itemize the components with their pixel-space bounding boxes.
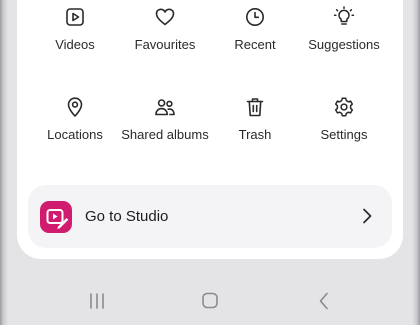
chevron-right-icon (360, 207, 374, 225)
trash-icon (244, 96, 266, 118)
video-play-icon (64, 6, 86, 28)
menu-item-label: Suggestions (308, 37, 380, 52)
recent-apps-icon[interactable] (85, 290, 109, 312)
back-icon[interactable] (312, 290, 336, 312)
menu-item-label: Locations (47, 127, 103, 142)
heart-icon (154, 6, 176, 28)
people-icon (154, 96, 176, 118)
menu-item-recent[interactable]: Recent (207, 6, 303, 53)
system-navigation-bar (0, 283, 420, 319)
menu-item-label: Recent (234, 37, 276, 52)
menu-item-suggestions[interactable]: Suggestions (296, 6, 392, 53)
menu-item-label: Favourites (134, 37, 196, 52)
lightbulb-icon (333, 6, 355, 28)
menu-item-label: Trash (238, 127, 272, 142)
menu-item-settings[interactable]: Settings (296, 96, 392, 143)
menu-item-trash[interactable]: Trash (207, 96, 303, 143)
go-to-studio-label: Go to Studio (85, 208, 169, 225)
menu-item-locations[interactable]: Locations (27, 96, 123, 143)
gear-icon (333, 96, 355, 118)
clock-icon (244, 6, 266, 28)
menu-item-videos[interactable]: Videos (27, 6, 123, 53)
go-to-studio-button[interactable]: Go to Studio (28, 185, 392, 248)
menu-item-label: Videos (55, 37, 95, 52)
menu-item-favourites[interactable]: Favourites (117, 6, 213, 53)
studio-logo-icon (40, 201, 72, 233)
menu-item-label: Shared albums (121, 127, 209, 142)
menu-item-label: Settings (320, 127, 368, 142)
map-pin-icon (64, 96, 86, 118)
home-icon[interactable] (198, 290, 222, 312)
menu-item-shared-albums[interactable]: Shared albums (117, 96, 213, 143)
